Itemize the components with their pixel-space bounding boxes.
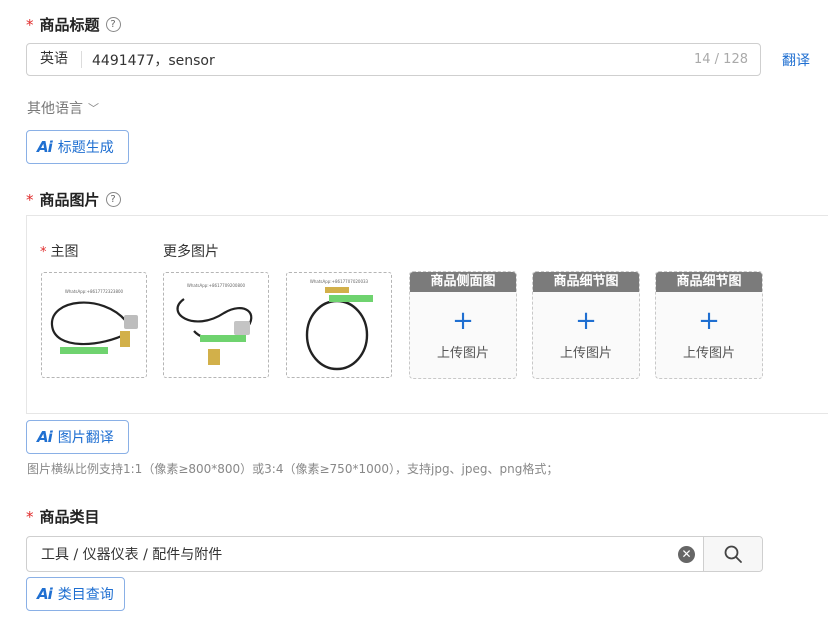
category-value[interactable]: 工具 / 仪器仪表 / 配件与附件: [27, 544, 678, 564]
category-section-label: 商品类目: [39, 508, 100, 526]
main-image-label-wrap: * 主图: [40, 241, 79, 261]
slot-header: 商品侧面图: [410, 272, 516, 292]
ai-category-query-label: 类目查询: [57, 587, 114, 603]
cable-image: WhatsApp:+8617709200800: [176, 283, 253, 365]
title-section-label: 商品标题: [39, 16, 100, 34]
other-languages-toggle[interactable]: 其他语言 ﹀: [27, 98, 99, 118]
required-mark: *: [26, 507, 34, 526]
title-input[interactable]: 英语 4491477，sensor 14 / 128: [26, 43, 761, 76]
image-format-hint: 图片横纵比例支持1:1（像素≥800*800）或3:4（像素≥750*1000）…: [27, 462, 559, 476]
ai-title-generate-button[interactable]: Ai 标题生成: [26, 130, 129, 164]
more-images-label: 更多图片: [163, 244, 219, 260]
category-section-header: * 商品类目: [26, 506, 100, 527]
plus-icon: +: [698, 306, 720, 336]
upload-slot-detail-1[interactable]: 商品细节图 + 上传图片: [532, 271, 640, 379]
other-languages-label: 其他语言: [27, 101, 83, 117]
product-image-3[interactable]: WhatsApp:+8617707020033: [286, 272, 392, 378]
plus-icon: +: [575, 306, 597, 336]
language-prefix[interactable]: 英语: [27, 51, 82, 68]
photo-caption-2: WhatsApp:+8617709200800: [187, 283, 246, 288]
photo-caption-3: WhatsApp:+8617707020033: [310, 279, 369, 284]
plus-icon: +: [452, 306, 474, 336]
required-mark: *: [40, 245, 47, 260]
slot-header: 商品细节图: [656, 272, 762, 292]
ai-icon: Ai: [37, 585, 53, 603]
ai-title-generate-label: 标题生成: [57, 140, 114, 156]
ai-icon: Ai: [37, 428, 53, 446]
title-value[interactable]: 4491477，sensor: [82, 50, 694, 70]
image-section-label: 商品图片: [39, 191, 100, 209]
help-icon[interactable]: ?: [105, 192, 121, 207]
title-section-header: * 商品标题 ?: [26, 14, 121, 35]
image-section-header: * 商品图片 ?: [26, 189, 121, 210]
upload-label: 上传图片: [559, 346, 612, 361]
cable-image: WhatsApp:+8617772323800: [50, 289, 138, 354]
ai-category-query-button[interactable]: Ai 类目查询: [26, 577, 125, 611]
cable-image: WhatsApp:+8617707020033: [305, 279, 373, 371]
help-icon[interactable]: ?: [105, 17, 121, 32]
chevron-down-icon: ﹀: [88, 102, 99, 115]
category-input[interactable]: 工具 / 仪器仪表 / 配件与附件 ✕: [26, 536, 763, 572]
ai-image-translate-label: 图片翻译: [57, 430, 114, 446]
upload-slot-detail-2[interactable]: 商品细节图 + 上传图片: [655, 271, 763, 379]
upload-label: 上传图片: [682, 346, 735, 361]
upload-slot-side[interactable]: 商品侧面图 + 上传图片: [409, 271, 517, 379]
product-image-1[interactable]: WhatsApp:+8617772323800: [41, 272, 147, 378]
main-image-label: 主图: [50, 244, 79, 260]
search-icon: [724, 545, 742, 563]
category-search-button[interactable]: [703, 537, 762, 571]
translate-link[interactable]: 翻译: [782, 50, 810, 70]
slot-header: 商品细节图: [533, 272, 639, 292]
required-mark: *: [26, 15, 34, 34]
ai-image-translate-button[interactable]: Ai 图片翻译: [26, 420, 129, 454]
title-counter: 14 / 128: [694, 52, 748, 67]
product-image-2[interactable]: WhatsApp:+8617709200800: [163, 272, 269, 378]
photo-caption-1: WhatsApp:+8617772323800: [65, 289, 124, 294]
ai-icon: Ai: [37, 138, 53, 156]
required-mark: *: [26, 190, 34, 209]
upload-label: 上传图片: [436, 346, 489, 361]
clear-icon[interactable]: ✕: [678, 545, 695, 563]
